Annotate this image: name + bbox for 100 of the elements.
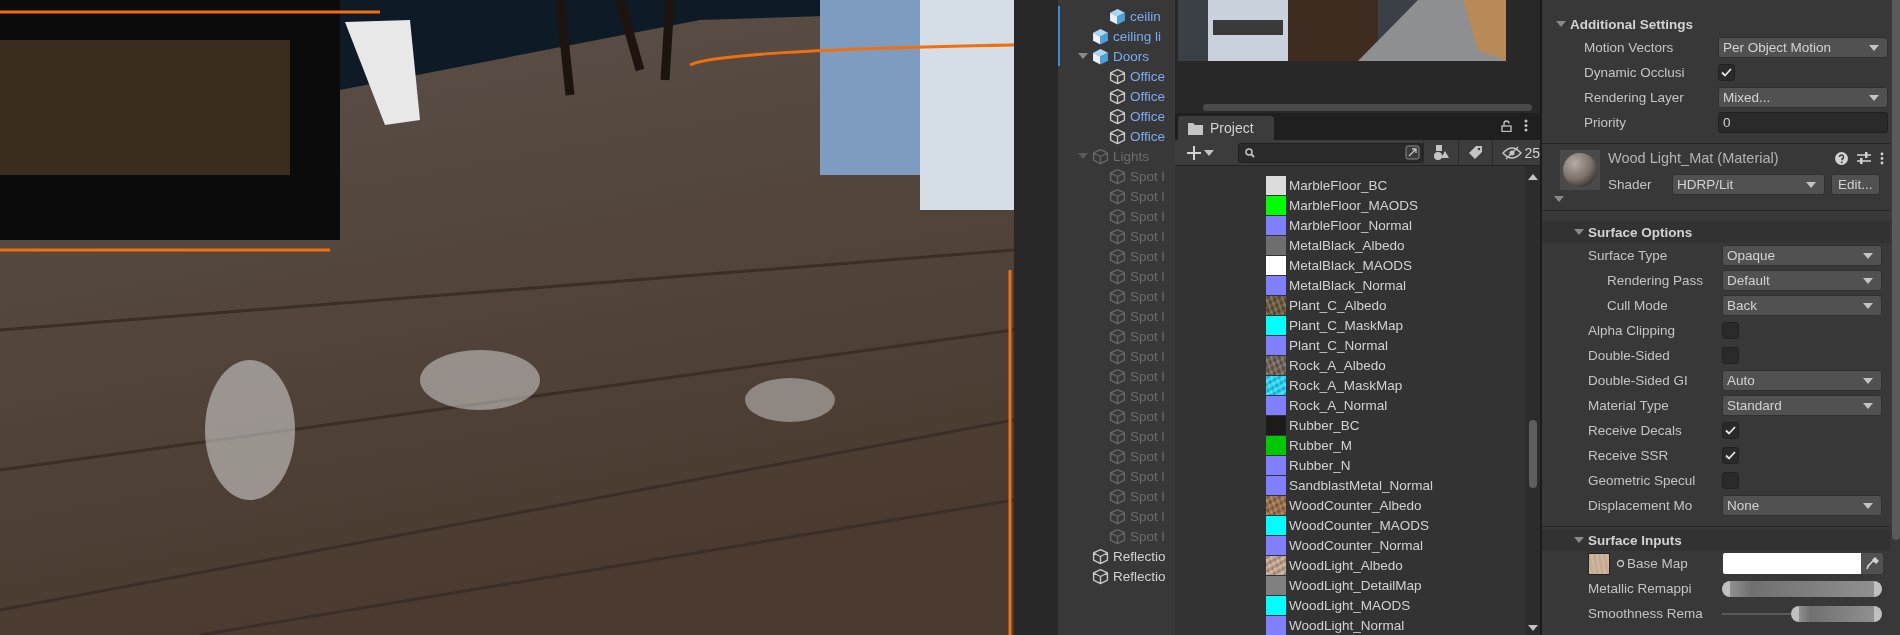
checkmark-icon: [1725, 451, 1736, 460]
asset-item[interactable]: Rock_A_Albedo: [1289, 357, 1386, 373]
material-preview-icon: [1560, 150, 1600, 190]
dropdown[interactable]: Per Object Motion: [1718, 37, 1888, 58]
search-window-icon[interactable]: [1405, 145, 1421, 160]
property-label: Alpha Clipping: [1588, 323, 1677, 338]
range-bar[interactable]: [1798, 605, 1874, 622]
asset-item[interactable]: MetalBlack_Albedo: [1289, 237, 1405, 253]
asset-item[interactable]: Plant_C_Normal: [1289, 337, 1389, 353]
hierarchy-item[interactable]: Reflectio: [1113, 548, 1166, 564]
circle-dot-icon[interactable]: [1616, 559, 1625, 568]
property-label: Cull Mode: [1607, 298, 1669, 313]
caret-icon: [1863, 277, 1873, 284]
asset-item[interactable]: Plant_C_MaskMap: [1289, 317, 1404, 333]
more-menu-icon[interactable]: [1880, 151, 1884, 165]
property-label: Rendering Pass: [1607, 273, 1705, 288]
eyedropper-icon[interactable]: [1865, 557, 1879, 570]
shapes-filter-icon[interactable]: [1433, 145, 1450, 160]
color-field[interactable]: [1723, 553, 1883, 574]
asset-item[interactable]: WoodLight_DetailMap: [1289, 577, 1422, 593]
checkbox[interactable]: [1718, 64, 1735, 81]
caret-icon: [1863, 402, 1873, 409]
asset-item[interactable]: WoodCounter_Albedo: [1289, 497, 1422, 513]
asset-item[interactable]: MarbleFloor_BC: [1289, 177, 1388, 193]
property-label: Smoothness Rema: [1588, 606, 1704, 621]
checkmark-icon: [1725, 426, 1736, 435]
asset-item[interactable]: MetalBlack_Normal: [1289, 277, 1407, 293]
dropdown[interactable]: None: [1722, 495, 1882, 516]
asset-item[interactable]: Rubber_N: [1289, 457, 1351, 473]
tag-icon[interactable]: [1468, 145, 1484, 160]
range-bar[interactable]: [1730, 580, 1874, 597]
asset-item[interactable]: MetalBlack_MAODS: [1289, 257, 1413, 273]
hierarchy-item[interactable]: Reflectio: [1113, 568, 1166, 584]
property-label: Double-Sided: [1588, 348, 1671, 363]
asset-item[interactable]: Rock_A_MaskMap: [1289, 377, 1403, 393]
asset-item[interactable]: WoodLight_Albedo: [1289, 557, 1403, 573]
property-label: Material Type: [1588, 398, 1670, 413]
property-label: Displacement Mo: [1588, 498, 1694, 513]
dropdown[interactable]: Opaque: [1722, 245, 1882, 266]
property-label: Base Map: [1627, 556, 1689, 571]
property-label: Priority: [1584, 115, 1627, 130]
caret-icon: [1869, 94, 1879, 101]
asset-item[interactable]: SandblastMetal_Normal: [1289, 477, 1434, 493]
asset-item[interactable]: WoodLight_MAODS: [1289, 597, 1411, 613]
hierarchy-item[interactable]: ceiling li: [1113, 28, 1162, 44]
lock-icon[interactable]: [1501, 119, 1512, 132]
asset-item[interactable]: MarbleFloor_MAODS: [1289, 197, 1419, 213]
caret-icon: [1204, 149, 1214, 156]
hierarchy-item[interactable]: Office: [1130, 108, 1165, 124]
slider-handle[interactable]: [1874, 580, 1882, 597]
asset-item[interactable]: WoodLight_Normal: [1289, 617, 1405, 633]
hierarchy-item[interactable]: Office: [1130, 128, 1165, 144]
asset-item[interactable]: Plant_C_Albedo: [1289, 297, 1387, 313]
dropdown[interactable]: Back: [1722, 295, 1882, 316]
section-header[interactable]: Additional Settings: [1570, 16, 1693, 32]
asset-item[interactable]: WoodCounter_MAODS: [1289, 517, 1430, 533]
settings-sliders-icon[interactable]: [1857, 151, 1871, 165]
number-field[interactable]: 0: [1718, 112, 1888, 133]
property-label: Motion Vectors: [1584, 40, 1675, 55]
project-tab[interactable]: Project: [1178, 116, 1274, 140]
shader-dropdown[interactable]: HDRP/Lit: [1672, 174, 1825, 195]
scrollbar-thumb[interactable]: [1529, 420, 1537, 488]
search-field[interactable]: [1238, 142, 1424, 163]
hierarchy-item[interactable]: Office: [1130, 88, 1165, 104]
caret-icon: [1806, 181, 1816, 188]
dropdown[interactable]: Auto: [1722, 370, 1882, 391]
checkmark-icon: [1721, 68, 1732, 77]
checkbox[interactable]: [1722, 422, 1739, 439]
hierarchy-item[interactable]: Doors: [1113, 48, 1149, 64]
slider-handle[interactable]: [1874, 605, 1882, 622]
scrollbar-thumb[interactable]: [1892, 0, 1900, 540]
slider-handle[interactable]: [1722, 580, 1730, 597]
hierarchy-item[interactable]: Office: [1130, 68, 1165, 84]
asset-item[interactable]: Rock_A_Normal: [1289, 397, 1388, 413]
folder-icon: [1188, 121, 1203, 135]
edit-button[interactable]: Edit...: [1831, 174, 1880, 195]
horizontal-scrollbar[interactable]: [1203, 104, 1532, 111]
property-label: Surface Type: [1588, 248, 1669, 263]
asset-item[interactable]: WoodCounter_Normal: [1289, 537, 1424, 553]
slider-handle[interactable]: [1790, 605, 1799, 622]
scroll-down-icon[interactable]: [1528, 625, 1538, 631]
asset-item[interactable]: Rubber_BC: [1289, 417, 1360, 433]
dropdown[interactable]: Mixed...: [1718, 87, 1888, 108]
section-header[interactable]: Surface Inputs: [1588, 532, 1682, 548]
dropdown[interactable]: Default: [1722, 270, 1882, 291]
texture-slot[interactable]: [1588, 552, 1610, 575]
scroll-up-icon[interactable]: [1528, 174, 1538, 180]
caret-icon: [1863, 302, 1873, 309]
more-menu-icon[interactable]: [1524, 119, 1528, 132]
property-label: Geometric Specul: [1588, 473, 1697, 488]
property-label: Receive Decals: [1588, 423, 1683, 438]
help-icon[interactable]: [1835, 151, 1848, 165]
hierarchy-item[interactable]: ceilin: [1130, 8, 1161, 24]
slider-track: [1722, 612, 1791, 615]
plus-icon: [1187, 145, 1201, 160]
dropdown[interactable]: Standard: [1722, 395, 1882, 416]
asset-item[interactable]: Rubber_M: [1289, 437, 1353, 453]
asset-item[interactable]: MarbleFloor_Normal: [1289, 217, 1413, 233]
checkbox[interactable]: [1722, 447, 1739, 464]
eye-slash-icon: [1502, 145, 1523, 160]
